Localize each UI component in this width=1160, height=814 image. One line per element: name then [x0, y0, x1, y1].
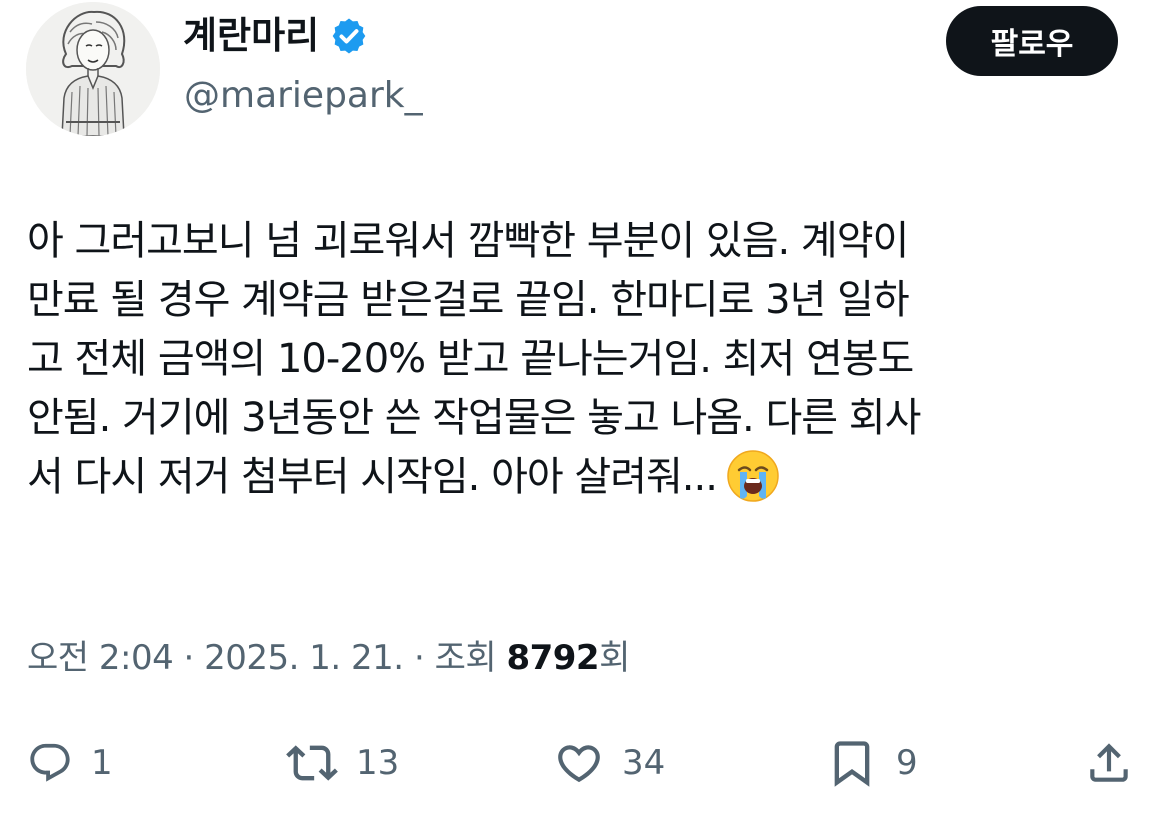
author-name-row[interactable]: 계란마리 — [183, 12, 369, 60]
bookmark-count: 9 — [896, 743, 918, 783]
tweet-date[interactable]: 2025. 1. 21. — [204, 638, 404, 678]
share-button[interactable] — [1084, 733, 1134, 793]
retweet-icon — [286, 745, 338, 781]
verified-badge-icon — [329, 16, 369, 56]
heart-icon — [558, 745, 600, 783]
tweet-text-line: 만료 될 경우 계약금 받은걸로 끝임. 한마디로 3년 일하 — [27, 277, 910, 323]
retweet-count: 13 — [356, 743, 400, 783]
views-suffix: 회 — [599, 638, 630, 678]
bookmark-button[interactable]: 9 — [826, 733, 918, 793]
reply-count: 1 — [91, 743, 113, 783]
like-count: 34 — [622, 743, 666, 783]
avatar[interactable] — [26, 2, 160, 136]
follow-button[interactable]: 팔로우 — [946, 6, 1118, 76]
avatar-illustration — [26, 2, 160, 136]
author-handle[interactable]: @mariepark_ — [184, 73, 423, 119]
tweet-time[interactable]: 오전 2:04 — [27, 638, 174, 678]
loudly-crying-face-icon — [725, 448, 781, 504]
bookmark-icon — [834, 741, 870, 787]
tweet-text-line-content: 서 다시 저거 첨부터 시작임. 아아 살려줘... — [27, 454, 718, 500]
views-label: 조회 — [434, 638, 497, 678]
views-count: 8792 — [506, 638, 600, 678]
meta-separator: · — [413, 638, 425, 678]
share-icon — [1090, 743, 1128, 782]
tweet-view: 계란마리 @mariepark_ 팔로우 아 그러고보니 넘 괴로워서 깜빡한 … — [0, 0, 1160, 814]
author-display-name[interactable]: 계란마리 — [183, 12, 319, 60]
tweet-text-line: 안됨. 거기에 3년동안 쓴 작업물은 놓고 나옴. 다른 회사 — [27, 395, 921, 441]
tweet-text-line-last: 서 다시 저거 첨부터 시작임. 아아 살려줘... — [27, 448, 1117, 507]
retweet-button[interactable]: 13 — [286, 733, 399, 793]
tweet-meta: 오전 2:04 · 2025. 1. 21. · 조회 8792회 — [27, 634, 630, 682]
meta-separator: · — [183, 638, 195, 678]
reply-icon — [30, 743, 70, 782]
tweet-text: 아 그러고보니 넘 괴로워서 깜빡한 부분이 있음. 계약이 만료 될 경우 계… — [27, 212, 1117, 507]
tweet-text-line: 고 전체 금액의 10-20% 받고 끝나는거임. 최저 연봉도 — [27, 336, 914, 382]
like-button[interactable]: 34 — [554, 733, 665, 793]
tweet-text-line: 아 그러고보니 넘 괴로워서 깜빡한 부분이 있음. 계약이 — [27, 218, 909, 264]
reply-button[interactable]: 1 — [27, 733, 113, 793]
